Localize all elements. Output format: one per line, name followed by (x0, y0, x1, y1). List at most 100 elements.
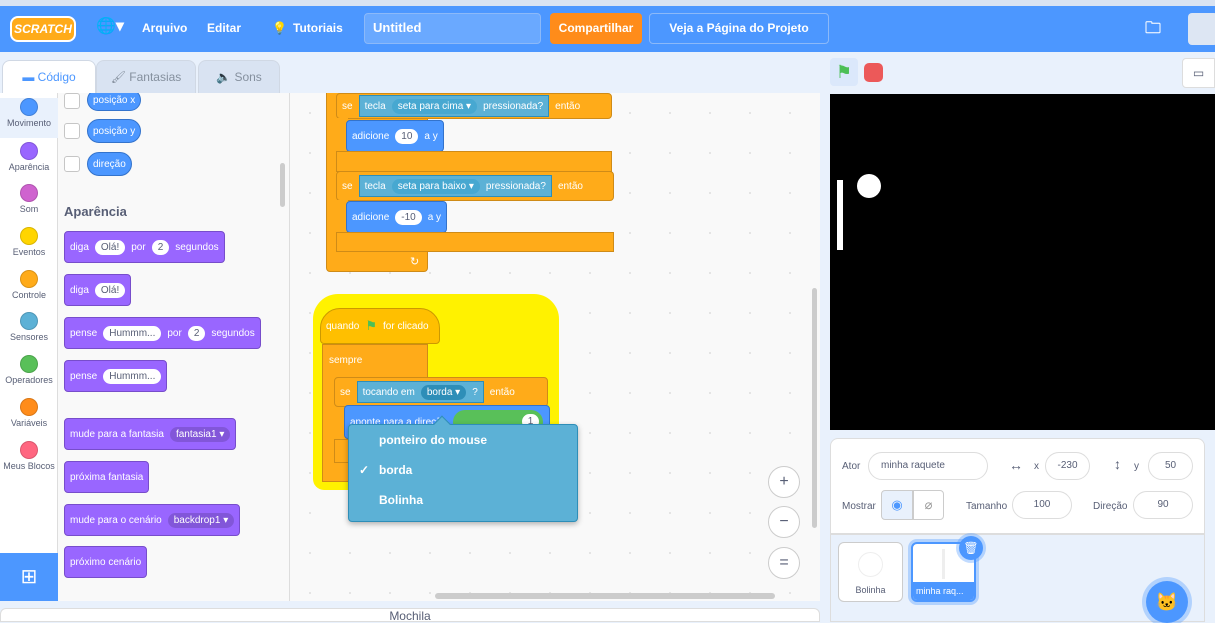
key-dropdown[interactable]: seta para cima ▾ (391, 98, 478, 114)
category-label: Eventos (12, 247, 46, 257)
zoom-out-button[interactable]: − (768, 506, 800, 538)
t: então (555, 100, 581, 112)
if-block-up[interactable]: se tecla seta para cima ▾ pressionada? então (336, 93, 612, 119)
globe-icon[interactable]: 🌐▾ (96, 16, 124, 36)
block-think[interactable]: pense Hummm... (64, 360, 168, 392)
backpack[interactable]: Mochila (0, 608, 820, 623)
show-hidden-button[interactable]: ⌀ (913, 490, 944, 520)
menu-edit[interactable]: Editar (207, 21, 241, 35)
project-title-input[interactable]: Untitled (364, 13, 541, 44)
sprite-info-panel: Ator minha raquete ↔ x -230 ↕ y 50 Mostr… (830, 438, 1205, 534)
category-control[interactable]: Controle (0, 270, 58, 300)
input[interactable]: 2 (151, 239, 170, 255)
scratch-logo[interactable]: SCRATCH (10, 16, 76, 42)
size-input[interactable]: 100 (1012, 491, 1072, 519)
eye-slash-icon: ⌀ (924, 497, 933, 512)
menu-tutorials[interactable]: Tutoriais (293, 21, 343, 35)
touching-block[interactable]: tocando em borda ▾? (356, 381, 484, 403)
block-next-backdrop[interactable]: próximo cenário (64, 546, 148, 578)
sprite-name-input[interactable]: minha raquete (868, 452, 988, 480)
avatar[interactable] (1188, 13, 1215, 45)
category-sound[interactable]: Som (0, 184, 58, 214)
category-my-blocks[interactable]: Meus Blocos (0, 441, 58, 471)
block-y-position[interactable]: posição y (87, 119, 142, 143)
horizontal-scrollbar[interactable] (435, 593, 775, 599)
key-pressed-block[interactable]: tecla seta para baixo ▾ pressionada? (358, 175, 552, 197)
key-dropdown[interactable]: seta para baixo ▾ (391, 178, 480, 194)
category-events[interactable]: Eventos (0, 227, 58, 257)
when-flag-clicked-block[interactable]: quando ⚑ for clicado (320, 308, 440, 344)
dropdown-item-bolinha[interactable]: Bolinha (379, 493, 423, 507)
choose-sprite-button[interactable]: 🐱 (1146, 581, 1188, 623)
backdrop-dropdown[interactable]: backdrop1 ▾ (167, 512, 235, 528)
checkbox[interactable] (64, 156, 80, 172)
dropdown-menu: ponteiro do mouse ✓ borda Bolinha (348, 415, 578, 522)
input[interactable]: 10 (395, 128, 419, 144)
category-label: Som (19, 204, 39, 214)
input[interactable]: 2 (187, 325, 206, 341)
stage[interactable] (830, 94, 1215, 430)
input[interactable]: Olá! (94, 239, 126, 255)
input[interactable]: Hummm... (103, 368, 162, 384)
dropdown-item-edge[interactable]: borda (379, 463, 412, 477)
block-next-costume[interactable]: próxima fantasia (64, 461, 150, 493)
category-motion[interactable]: Movimento (0, 98, 58, 138)
t: borda (426, 386, 453, 398)
zoom-in-button[interactable]: + (768, 466, 800, 498)
if-touching-block[interactable]: se tocando em borda ▾? então (334, 377, 548, 407)
tab-sounds[interactable]: 🔈 Sons (198, 60, 280, 94)
show-visible-button[interactable]: ◉ (881, 490, 913, 520)
if-block-down[interactable]: se tecla seta para baixo ▾ pressionada? entã… (336, 171, 614, 201)
category-sensing[interactable]: Sensores (0, 312, 58, 342)
input[interactable]: -10 (395, 209, 422, 225)
block-say-for-secs[interactable]: diga Olá! por 2 segundos (64, 231, 225, 263)
input[interactable]: Olá! (94, 282, 126, 298)
delete-sprite-button[interactable]: 🗑 (959, 536, 983, 560)
category-operators[interactable]: Operadores (0, 355, 58, 385)
stop-button[interactable] (864, 63, 883, 82)
block-say[interactable]: diga Olá! (64, 274, 132, 306)
checkbox[interactable] (64, 123, 80, 139)
tab-code[interactable]: ▬ Código (2, 60, 96, 95)
t: mude para a fantasia (70, 428, 164, 440)
checkbox[interactable] (64, 93, 80, 109)
dropdown-item-mouse[interactable]: ponteiro do mouse (379, 433, 487, 447)
folder-icon[interactable]: 🗀 (1145, 17, 1161, 44)
x-input[interactable]: -230 (1045, 452, 1090, 480)
green-flag-button[interactable]: ⚑ (830, 58, 858, 86)
operators-dot-icon (20, 355, 38, 373)
direction-input[interactable]: 90 (1133, 491, 1193, 519)
checkmark-icon: ✓ (359, 463, 370, 477)
block-think-for-secs[interactable]: pense Hummm... por 2 segundos (64, 317, 261, 349)
menu-file[interactable]: Arquivo (142, 21, 187, 35)
block-x-position[interactable]: posição x (87, 93, 142, 111)
see-project-button[interactable]: Veja a Página do Projeto (649, 13, 829, 44)
small-stage-button[interactable]: ▭ (1182, 58, 1215, 88)
change-y-block[interactable]: adicione 10 a y (346, 120, 444, 152)
category-label: Variáveis (10, 418, 48, 428)
t: seta para baixo (397, 180, 467, 192)
t: adicione (352, 130, 390, 142)
sprite-thumb-bolinha[interactable]: Bolinha (838, 542, 903, 602)
costume-dropdown[interactable]: fantasia1 ▾ (169, 426, 231, 442)
add-extension-button[interactable]: ⊞ (0, 553, 58, 601)
block-switch-costume[interactable]: mude para a fantasia fantasia1 ▾ (64, 418, 237, 450)
key-pressed-block[interactable]: tecla seta para cima ▾ pressionada? (358, 95, 550, 117)
y-input[interactable]: 50 (1148, 452, 1193, 480)
palette-scrollbar[interactable] (280, 163, 285, 207)
touching-dropdown[interactable]: borda ▾ (420, 384, 467, 400)
paddle-sprite (837, 180, 843, 250)
category-looks[interactable]: Aparência (0, 142, 58, 172)
category-variables[interactable]: Variáveis (0, 398, 58, 428)
show-label: Mostrar (842, 501, 876, 512)
loop-arrow-icon: ↻ (410, 256, 420, 268)
zoom-reset-button[interactable]: = (768, 547, 800, 579)
block-direction[interactable]: direção (87, 152, 132, 176)
horizontal-arrows-icon: ↔ (1009, 457, 1023, 473)
tab-costumes[interactable]: 🖌 Fantasias (96, 60, 196, 94)
change-y-block[interactable]: adicione -10 a y (346, 201, 448, 233)
vertical-scrollbar[interactable] (812, 288, 817, 528)
input[interactable]: Hummm... (103, 325, 162, 341)
block-switch-backdrop[interactable]: mude para o cenário backdrop1 ▾ (64, 504, 241, 536)
share-button[interactable]: Compartilhar (550, 13, 642, 44)
